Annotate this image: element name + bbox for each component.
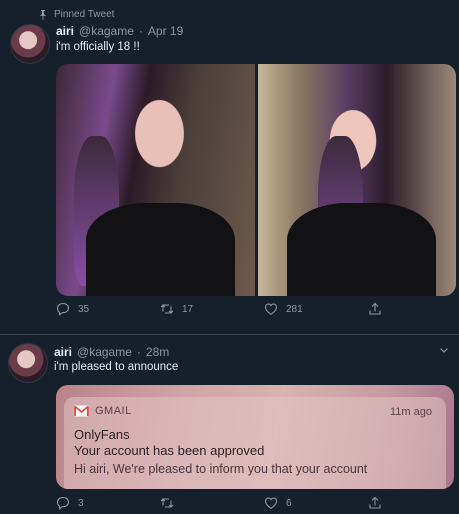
gmail-icon [74,405,89,417]
tweet-actions: 3 6 [56,496,459,510]
tweet[interactable]: airi @kagame · 28m i'm pleased to announ… [0,334,459,514]
like-button[interactable]: 6 [264,496,368,510]
separator-dot: · [136,345,141,359]
tweet-header: airi @kagame · 28m [54,345,169,359]
reply-count: 3 [78,497,84,509]
tweet-header: airi @kagame · Apr 19 [56,24,183,38]
notification-app-row: GMAIL [74,405,132,417]
like-count: 281 [286,303,303,315]
reply-icon [56,496,70,510]
heart-icon [264,497,278,509]
retweet-icon [160,498,174,508]
chevron-down-icon[interactable] [439,345,449,355]
share-icon [369,302,381,315]
reply-button[interactable]: 35 [56,302,160,316]
heart-icon [264,303,278,315]
pinned-label: Pinned Tweet [54,9,115,20]
avatar[interactable] [8,343,48,383]
user-handle[interactable]: @kagame [79,24,134,38]
share-button[interactable] [368,496,459,510]
retweet-count: 17 [182,303,194,315]
pinned-tweet[interactable]: Pinned Tweet airi @kagame · Apr 19 i'm o… [0,0,459,330]
retweet-button[interactable] [160,496,264,510]
share-icon [369,496,381,509]
photo-1[interactable] [56,64,255,296]
photo-2-shirt [287,203,437,296]
reply-button[interactable]: 3 [56,496,160,510]
photo-1-shirt [85,203,235,296]
user-handle[interactable]: @kagame [77,345,132,359]
avatar[interactable] [10,24,50,64]
reply-icon [56,302,70,316]
tweet-actions: 35 17 281 [56,302,459,316]
notification-sender: OnlyFans [74,427,130,442]
notification-screenshot[interactable]: GMAIL 11m ago OnlyFans Your account has … [56,385,454,489]
pin-icon [40,9,46,20]
retweet-icon [160,304,174,314]
tweet-media [56,64,456,296]
retweet-button[interactable]: 17 [160,302,264,316]
display-name[interactable]: airi [56,24,74,38]
separator-dot: · [138,24,143,38]
tweet-text: i'm officially 18 !! [56,41,140,53]
like-count: 6 [286,497,292,509]
notification-subject: Your account has been approved [74,443,265,458]
tweet-timestamp[interactable]: 28m [146,345,169,359]
notification-time: 11m ago [390,406,432,418]
notification-preview: Hi airi, We're pleased to inform you tha… [74,462,368,476]
tweet-text: i'm pleased to announce [54,361,179,373]
share-button[interactable] [368,302,459,316]
notification-app-name: GMAIL [95,405,132,417]
tweet-timestamp[interactable]: Apr 19 [148,24,183,38]
notification-card: GMAIL 11m ago OnlyFans Your account has … [64,397,446,489]
pinned-indicator: Pinned Tweet [38,9,114,20]
like-button[interactable]: 281 [264,302,368,316]
display-name[interactable]: airi [54,345,72,359]
photo-2[interactable] [257,64,456,296]
reply-count: 35 [78,303,90,315]
